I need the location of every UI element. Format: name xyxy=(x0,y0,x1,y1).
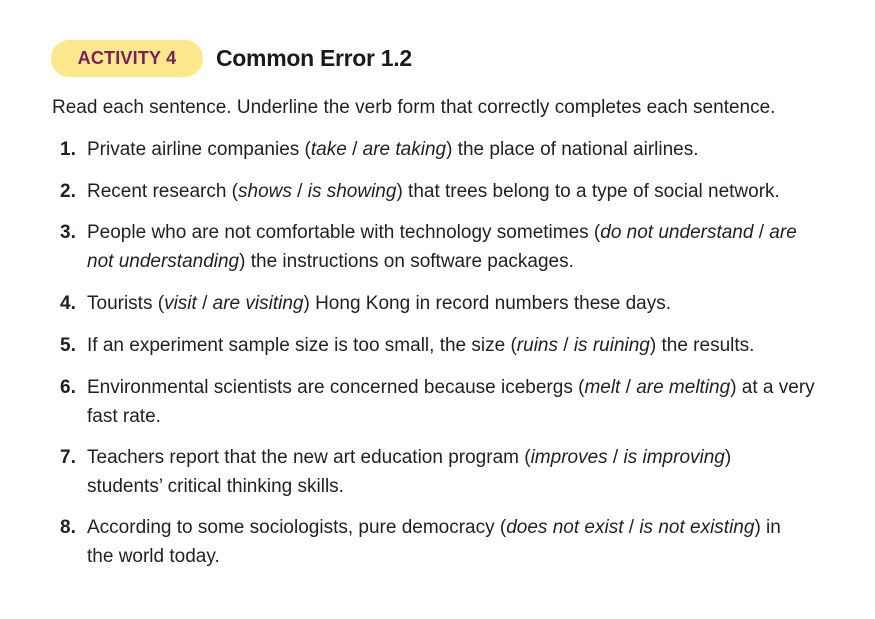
verb-option-simple[interactable]: shows xyxy=(238,181,292,202)
item-sentence: Recent research (shows / is showing) tha… xyxy=(87,181,780,202)
exercise-item-2: 2. Recent research (shows / is showing) … xyxy=(60,177,830,206)
item-sentence: If an experiment sample size is too smal… xyxy=(87,335,755,356)
item-number: 1. xyxy=(60,139,76,160)
item-sentence: Environmental scientists are concerned b… xyxy=(87,377,815,427)
verb-option-progressive[interactable]: is ruining xyxy=(574,335,650,356)
verb-option-progressive[interactable]: are visiting xyxy=(213,293,304,314)
item-sentence: Private airline companies (take / are ta… xyxy=(87,139,699,160)
instructions: Read each sentence. Underline the verb f… xyxy=(52,97,776,118)
exercise-item-3: 3. People who are not comfortable with t… xyxy=(60,218,800,276)
item-number: 6. xyxy=(60,377,76,398)
item-number: 3. xyxy=(60,222,76,243)
verb-option-progressive[interactable]: is showing xyxy=(308,181,397,202)
item-sentence: Tourists (visit / are visiting) Hong Kon… xyxy=(87,293,672,314)
exercise-item-8: 8. According to some sociologists, pure … xyxy=(60,513,805,571)
verb-option-simple[interactable]: improves xyxy=(531,447,608,468)
item-number: 2. xyxy=(60,181,76,202)
verb-option-progressive[interactable]: is not existing xyxy=(639,517,754,538)
verb-option-progressive[interactable]: are melting xyxy=(636,377,730,398)
activity-title: Common Error 1.2 xyxy=(216,45,412,71)
activity-header: ACTIVITY 4 Common Error 1.2 xyxy=(51,40,412,77)
verb-option-simple[interactable]: ruins xyxy=(517,335,558,356)
exercise-item-7: 7. Teachers report that the new art educ… xyxy=(60,443,780,501)
activity-badge: ACTIVITY 4 xyxy=(51,40,203,77)
verb-option-simple[interactable]: take xyxy=(311,139,347,160)
exercise-item-4: 4. Tourists (visit / are visiting) Hong … xyxy=(60,289,830,318)
verb-option-simple[interactable]: visit xyxy=(164,293,197,314)
item-sentence: According to some sociologists, pure dem… xyxy=(87,517,781,567)
item-sentence: Teachers report that the new art educati… xyxy=(87,447,732,497)
item-number: 8. xyxy=(60,517,76,538)
verb-option-simple[interactable]: melt xyxy=(584,377,620,398)
item-number: 5. xyxy=(60,335,76,356)
exercise-item-1: 1. Private airline companies (take / are… xyxy=(60,135,830,164)
item-number: 7. xyxy=(60,447,76,468)
verb-option-simple[interactable]: does not exist xyxy=(506,517,623,538)
verb-option-progressive[interactable]: are taking xyxy=(363,139,446,160)
item-sentence: People who are not comfortable with tech… xyxy=(87,222,797,272)
exercise-item-5: 5. If an experiment sample size is too s… xyxy=(60,331,830,360)
verb-option-simple[interactable]: do not understand xyxy=(600,222,753,243)
verb-option-progressive[interactable]: is improving xyxy=(624,447,725,468)
item-number: 4. xyxy=(60,293,76,314)
exercise-item-6: 6. Environmental scientists are concerne… xyxy=(60,373,820,431)
